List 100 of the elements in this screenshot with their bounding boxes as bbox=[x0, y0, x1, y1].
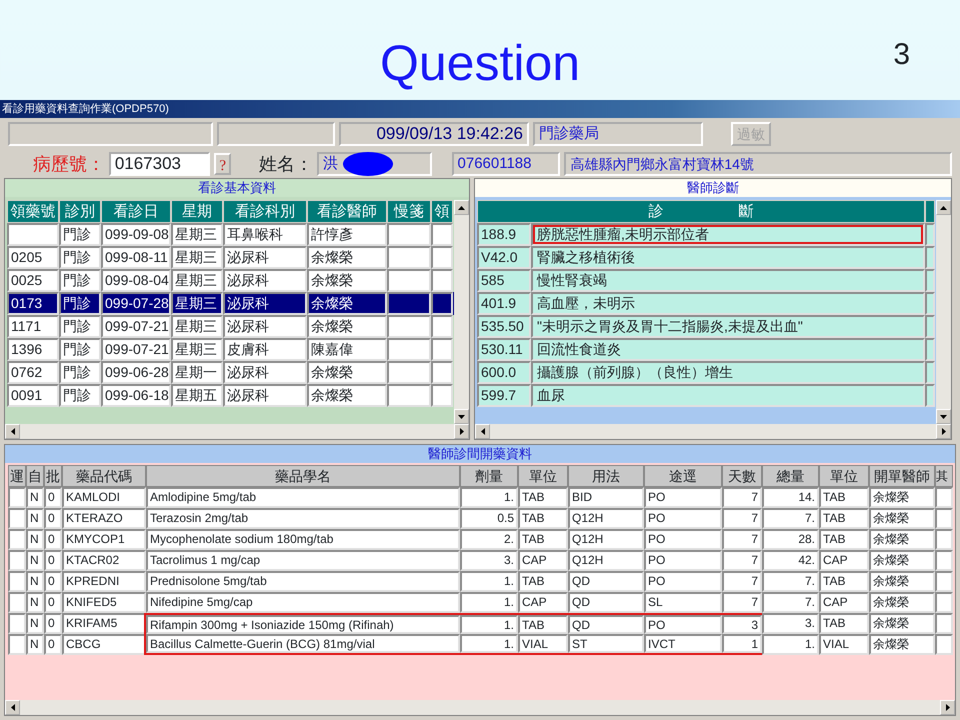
column-header: 其 bbox=[935, 465, 953, 487]
table-cell: 0 bbox=[44, 508, 62, 529]
table-cell: 0 bbox=[44, 592, 62, 613]
left-arrow-icon bbox=[10, 704, 14, 711]
table-cell: 2. bbox=[460, 529, 518, 550]
horizontal-scrollbar[interactable] bbox=[5, 424, 469, 439]
chart-number-field[interactable]: 0167303 bbox=[108, 152, 210, 176]
table-cell: KPREDNI bbox=[62, 571, 146, 592]
table-cell: 1171 bbox=[7, 315, 59, 338]
scroll-right-button[interactable] bbox=[454, 424, 469, 439]
horizontal-scrollbar[interactable] bbox=[475, 424, 951, 439]
table-cell: 3. bbox=[460, 550, 518, 571]
table-cell: 許惇彥 bbox=[307, 223, 387, 246]
table-cell: 0025 bbox=[7, 269, 59, 292]
table-cell: 腎臟之移植術後 bbox=[531, 246, 925, 269]
table-cell: IVCT bbox=[644, 634, 722, 653]
table-row[interactable]: 0173 門診 099-07-28 星期三 泌尿科 余燦榮 bbox=[7, 292, 454, 315]
table-cell: 099-08-11 bbox=[101, 246, 171, 269]
vertical-scrollbar[interactable] bbox=[936, 200, 951, 424]
table-cell: Tacrolimus 1 mg/cap bbox=[146, 550, 460, 571]
table-cell: 星期三 bbox=[171, 269, 223, 292]
table-cell: 1. bbox=[762, 634, 819, 655]
down-arrow-icon bbox=[458, 414, 465, 418]
table-cell: 余燦榮 bbox=[869, 571, 935, 592]
table-cell: Rifampin 300mg + Isoniazide 150mg (Rifinah) bbox=[146, 615, 460, 634]
table-cell: 599.7 bbox=[477, 384, 531, 407]
table-cell: 膀胱惡性腫瘤,未明示部位者 bbox=[531, 223, 925, 246]
table-cell: 星期三 bbox=[171, 338, 223, 361]
table-cell: 530.11 bbox=[477, 338, 531, 361]
table-row[interactable]: 0091 門診 099-06-18 星期五 泌尿科 余燦榮 bbox=[7, 384, 454, 407]
table-cell: 門診 bbox=[59, 338, 101, 361]
table-row[interactable]: 0762 門診 099-06-28 星期一 泌尿科 余燦榮 bbox=[7, 361, 454, 384]
table-cell: 余燦榮 bbox=[307, 361, 387, 384]
scroll-right-button[interactable] bbox=[940, 700, 955, 715]
table-cell: 188.9 bbox=[477, 223, 531, 246]
scroll-right-button[interactable] bbox=[936, 424, 951, 439]
table-cell: N bbox=[26, 634, 44, 655]
table-cell: 余燦榮 bbox=[307, 384, 387, 407]
table-cell: 600.0 bbox=[477, 361, 531, 384]
column-header: 慢箋 bbox=[387, 200, 431, 223]
table-cell: 1. bbox=[460, 592, 518, 613]
column-header: 星期 bbox=[171, 200, 223, 223]
column-header: 看診科別 bbox=[223, 200, 307, 223]
table-cell: 余燦榮 bbox=[869, 634, 935, 655]
table-cell: QD bbox=[568, 592, 644, 613]
table-cell: 攝護腺（前列腺）（良性）增生 bbox=[531, 361, 925, 384]
table-row[interactable]: 0205 門診 099-08-11 星期三 泌尿科 余燦榮 bbox=[7, 246, 454, 269]
table-cell: 余燦榮 bbox=[307, 246, 387, 269]
table-cell: 099-06-28 bbox=[101, 361, 171, 384]
address-field: 高雄縣內門鄉永富村寶林14號 bbox=[564, 152, 952, 176]
vertical-scrollbar[interactable] bbox=[454, 200, 469, 424]
table-cell: TAB bbox=[518, 615, 568, 634]
table-cell: 皮膚科 bbox=[223, 338, 307, 361]
scroll-left-button[interactable] bbox=[5, 424, 20, 439]
table-cell: Terazosin 2mg/tab bbox=[146, 508, 460, 529]
table-row[interactable]: 1396 門診 099-07-21 星期三 皮膚科 陳嘉偉 bbox=[7, 338, 454, 361]
table-cell: 陳嘉偉 bbox=[307, 338, 387, 361]
table-cell: 099-06-18 bbox=[101, 384, 171, 407]
table-cell: 余燦榮 bbox=[869, 529, 935, 550]
table-cell: CAP bbox=[518, 592, 568, 613]
scroll-left-button[interactable] bbox=[475, 424, 490, 439]
scroll-left-button[interactable] bbox=[5, 700, 20, 715]
horizontal-scrollbar[interactable] bbox=[5, 700, 955, 715]
table-cell: N bbox=[26, 571, 44, 592]
table-cell: 7 bbox=[722, 529, 762, 550]
table-cell: Nifedipine 5mg/cap bbox=[146, 592, 460, 613]
column-header: 總量 bbox=[762, 465, 819, 487]
lookup-button[interactable]: ? bbox=[214, 153, 232, 175]
table-cell: 門診 bbox=[59, 223, 101, 246]
scroll-up-button[interactable] bbox=[454, 200, 469, 215]
table-cell: 門診 bbox=[59, 315, 101, 338]
table-cell: TAB bbox=[819, 529, 869, 550]
table-row[interactable]: 1171 門診 099-07-21 星期三 泌尿科 余燦榮 bbox=[7, 315, 454, 338]
table-cell: 1. bbox=[460, 615, 518, 634]
table-cell: 余燦榮 bbox=[869, 508, 935, 529]
datetime-field: 099/09/13 19:42:26 bbox=[339, 122, 529, 146]
table-cell: 0 bbox=[44, 634, 62, 655]
table-cell: PO bbox=[644, 487, 722, 508]
table-cell: 7. bbox=[762, 571, 819, 592]
scroll-down-button[interactable] bbox=[936, 409, 951, 424]
table-cell: 泌尿科 bbox=[223, 384, 307, 407]
column-header: 天數 bbox=[722, 465, 762, 487]
column-header: 單位 bbox=[518, 465, 568, 487]
table-cell: 3 bbox=[722, 615, 762, 634]
column-header: 藥品學名 bbox=[146, 465, 460, 487]
table-cell: 余燦榮 bbox=[307, 292, 387, 315]
table-cell: 星期三 bbox=[171, 315, 223, 338]
table-cell: 0205 bbox=[7, 246, 59, 269]
scroll-down-button[interactable] bbox=[454, 409, 469, 424]
scroll-up-button[interactable] bbox=[936, 200, 951, 215]
phone-field: 076601188 bbox=[452, 152, 560, 176]
up-arrow-icon bbox=[940, 206, 947, 210]
table-cell: V42.0 bbox=[477, 246, 531, 269]
table-cell: 余燦榮 bbox=[869, 592, 935, 613]
table-cell: 血尿 bbox=[531, 384, 925, 407]
table-row[interactable]: 門診 099-09-08 星期三 耳鼻喉科 許惇彥 bbox=[7, 223, 454, 246]
up-arrow-icon bbox=[458, 206, 465, 210]
table-row[interactable]: 0025 門診 099-08-04 星期三 泌尿科 余燦榮 bbox=[7, 269, 454, 292]
table-cell: 0.5 bbox=[460, 508, 518, 529]
table-cell: TAB bbox=[518, 508, 568, 529]
